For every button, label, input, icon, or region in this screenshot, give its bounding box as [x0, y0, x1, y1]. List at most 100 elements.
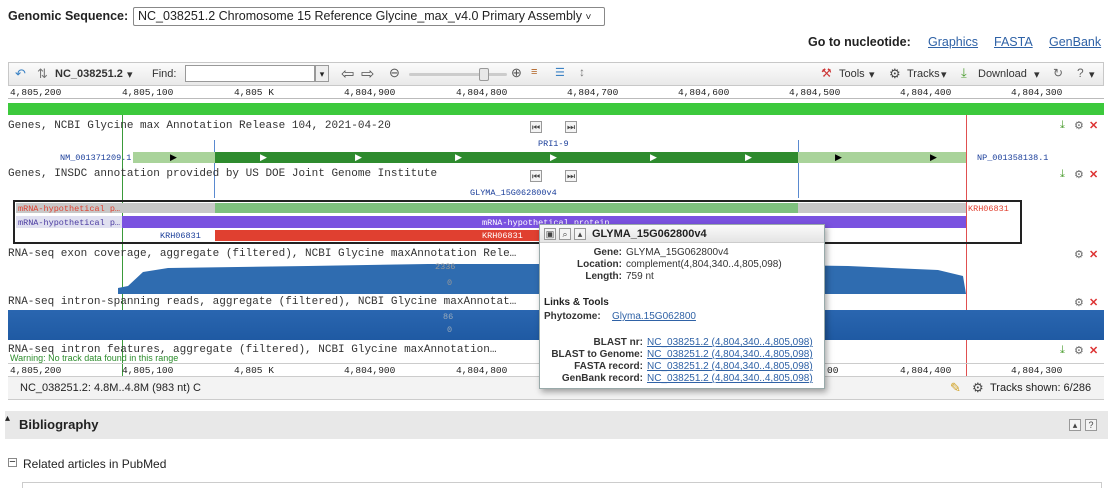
prev-feature-icon[interactable]: ⏮: [530, 121, 542, 133]
gear-icon[interactable]: ⚙: [1074, 296, 1084, 309]
ruler-tick-label: 4,804,800: [456, 365, 508, 376]
tools-icon: ⚒: [821, 66, 832, 80]
tools-menu[interactable]: Tools: [839, 68, 865, 80]
range-text: NC_038251.2: 4.8M..4.8M (983 nt) C: [20, 382, 201, 394]
pan-right-icon[interactable]: ⇨: [361, 64, 374, 84]
gear-icon[interactable]: ⚙: [1074, 344, 1084, 357]
ruler-tick-label: 4,804,300: [1011, 87, 1063, 98]
track-title-insdc-genes: Genes, INSDC annotation provided by US D…: [8, 168, 438, 180]
sequence-icon[interactable]: ≡: [531, 66, 537, 78]
strand-arrow: ▶: [745, 152, 752, 162]
track-title-ncbi-genes: Genes, NCBI Glycine max Annotation Relea…: [8, 120, 391, 132]
gene-label-glyma: GLYMA_15G062800v4: [470, 188, 557, 198]
gear-icon[interactable]: ⚙: [1074, 168, 1084, 181]
strand-arrow: ▶: [355, 152, 362, 162]
ruler-tick-label: 4,805 K: [234, 87, 274, 98]
find-dropdown-icon[interactable]: ▾: [315, 65, 329, 82]
download-icon[interactable]: ⤓: [1060, 344, 1065, 357]
search-icon[interactable]: ⌕: [559, 228, 571, 240]
download-menu[interactable]: Download: [978, 68, 1027, 80]
collapse-marker-icon: ▴: [5, 413, 11, 424]
refresh-icon[interactable]: ⇅: [37, 66, 48, 82]
links-tools-title: Links & Tools: [544, 297, 609, 308]
exon-max-value: 2336: [435, 262, 456, 272]
graphics-link[interactable]: Graphics: [928, 35, 978, 49]
close-icon[interactable]: ✕: [1089, 344, 1098, 357]
length-value: 759 nt: [626, 271, 654, 282]
top-ruler: 4,805,200 4,805,100 4,805 K 4,804,900 4,…: [8, 86, 1104, 99]
tracks-menu[interactable]: Tracks: [907, 68, 940, 80]
download-icon[interactable]: ⤓: [1060, 168, 1065, 181]
gear-icon[interactable]: ⚙: [1074, 119, 1084, 132]
collapse-icon[interactable]: ↕: [579, 65, 585, 79]
sequence-select[interactable]: NC_038251.2 Chromosome 15 Reference Glyc…: [133, 7, 605, 26]
zoom-slider[interactable]: [409, 73, 507, 76]
zoom-out-icon[interactable]: ⊖: [389, 65, 400, 81]
gene-key: Gene:: [593, 247, 622, 258]
intron-max-value: 86: [443, 312, 454, 322]
no-data-warning: Warning: No track data found in this ran…: [10, 353, 179, 363]
gene-cds[interactable]: [215, 152, 798, 163]
tracks-shown: Tracks shown: 6/286: [990, 382, 1092, 394]
help-icon[interactable]: ?: [1085, 419, 1097, 431]
gear-icon[interactable]: ⚙: [972, 380, 984, 396]
ruler-tick-label: 4,805,200: [10, 87, 62, 98]
bibliography-title: Bibliography: [19, 417, 99, 432]
mrna-row1-right[interactable]: [798, 203, 966, 213]
collapse-up-icon[interactable]: ▴: [574, 228, 586, 240]
next-feature-icon[interactable]: ⏭: [565, 121, 577, 133]
close-icon[interactable]: ✕: [1089, 119, 1098, 132]
fasta-link[interactable]: FASTA: [994, 35, 1033, 49]
blast-nr-link[interactable]: NC_038251.2 (4,804,340..4,805,098): [647, 337, 813, 348]
ruler-tick-label: 4,804,300: [1011, 365, 1063, 376]
find-input[interactable]: [185, 65, 315, 82]
next-feature-icon[interactable]: ⏭: [565, 170, 577, 182]
mrna-label-2: mRNA-hypothetical p…: [18, 218, 121, 228]
pencil-icon[interactable]: ✎: [950, 380, 961, 396]
strand-arrow: ▶: [550, 152, 557, 162]
fasta-record-key: FASTA record:: [574, 361, 643, 372]
fasta-record-link[interactable]: NC_038251.2 (4,804,340..4,805,098): [647, 361, 813, 372]
pin-icon[interactable]: ▣: [544, 228, 556, 240]
zoom-slider-handle[interactable]: [479, 68, 489, 81]
close-icon[interactable]: ✕: [1089, 296, 1098, 309]
strand-arrow: ▶: [455, 152, 462, 162]
track-title-rnaseq-intron: RNA-seq intron-spanning reads, aggregate…: [8, 296, 517, 308]
genbank-record-link[interactable]: NC_038251.2 (4,804,340..4,805,098): [647, 373, 813, 384]
sequence-bar: [8, 103, 1104, 115]
markers-icon[interactable]: ☰: [555, 66, 565, 79]
gene-value: GLYMA_15G062800v4: [626, 247, 729, 258]
pan-left-icon[interactable]: ⇦: [341, 64, 354, 84]
ruler-tick-label: 4,804,400: [900, 87, 952, 98]
location-key: Location:: [577, 259, 622, 270]
zoom-in-icon[interactable]: ⊕: [511, 65, 522, 81]
ruler-tick-label: 4,804,900: [344, 365, 396, 376]
genbank-link[interactable]: GenBank: [1049, 35, 1101, 49]
seq-name-menu[interactable]: NC_038251.2: [55, 68, 123, 80]
prev-feature-icon[interactable]: ⏮: [530, 170, 542, 182]
length-key: Length:: [585, 271, 622, 282]
blast-genome-link[interactable]: NC_038251.2 (4,804,340..4,805,098): [647, 349, 813, 360]
collapse-box-icon[interactable]: −: [8, 457, 17, 468]
related-articles-panel: [22, 482, 1102, 488]
mrna-row1-mid[interactable]: [215, 203, 798, 213]
chevron-down-icon: ▾: [941, 69, 947, 81]
exon-zero-value: 0: [447, 278, 453, 288]
gene-utr-right[interactable]: [798, 152, 966, 163]
phytozome-link[interactable]: Glyma.15G062800: [612, 311, 696, 322]
ruler-tick-label: 4,805 K: [234, 365, 274, 376]
close-icon[interactable]: ✕: [1089, 168, 1098, 181]
related-articles-label[interactable]: Related articles in PubMed: [23, 457, 166, 471]
bibliography-header[interactable]: ▴ Bibliography ▴ ?: [5, 411, 1108, 439]
download-icon: ⤓: [961, 65, 967, 80]
genomic-sequence-label: Genomic Sequence:: [8, 9, 129, 23]
chevron-down-icon: ▾: [127, 69, 133, 81]
gene-label-pri: PRI1-9: [538, 139, 569, 149]
chevron-down-icon: ▾: [869, 69, 875, 81]
help-icon[interactable]: ?: [1077, 66, 1084, 80]
download-icon[interactable]: ⤓: [1060, 119, 1065, 132]
undo-icon[interactable]: ↶: [15, 66, 26, 82]
chevron-down-icon: ▾: [1089, 69, 1095, 81]
link-icon[interactable]: ↻: [1053, 66, 1063, 80]
collapse-up-icon[interactable]: ▴: [1069, 419, 1081, 431]
